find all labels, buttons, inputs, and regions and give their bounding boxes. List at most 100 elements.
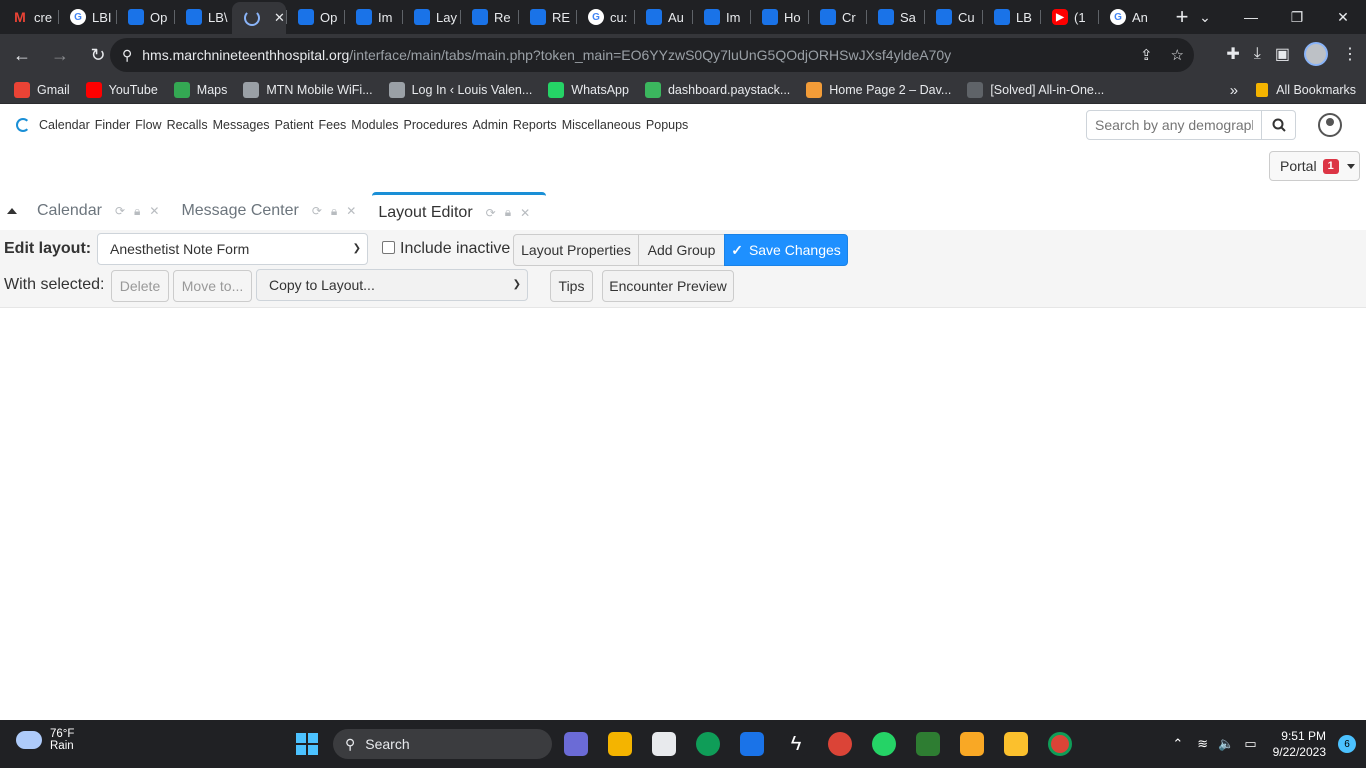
layout-select[interactable]: Anesthetist Note Form ❯ xyxy=(97,233,368,265)
browser-tab[interactable]: Au xyxy=(634,0,692,34)
app-logo-icon[interactable] xyxy=(16,118,30,132)
browser-tab[interactable]: Ho xyxy=(750,0,808,34)
close-window-icon[interactable]: ✕ xyxy=(1320,0,1366,34)
bookmark-star-icon[interactable]: ☆ xyxy=(1171,46,1184,64)
menu-item-reports[interactable]: Reports xyxy=(513,118,557,132)
all-bookmarks-label[interactable]: All Bookmarks xyxy=(1276,83,1356,97)
bookmark-item[interactable]: WhatsApp xyxy=(548,81,629,98)
browser-tab[interactable]: Op xyxy=(286,0,344,34)
encounter-preview-button[interactable]: Encounter Preview xyxy=(602,270,734,302)
forward-icon[interactable]: → xyxy=(44,39,76,71)
menu-item-recalls[interactable]: Recalls xyxy=(167,118,208,132)
mail-icon[interactable] xyxy=(740,732,764,756)
app-bolt-icon[interactable]: ϟ xyxy=(784,732,808,756)
save-changes-button[interactable]: ✓ Save Changes xyxy=(724,234,848,266)
browser-tab[interactable]: Gcu: xyxy=(576,0,634,34)
download-icon[interactable]: ⤓ xyxy=(1254,45,1261,63)
lock-icon[interactable]: 🔒︎ xyxy=(331,204,337,219)
collapse-tabs-icon[interactable] xyxy=(7,208,17,214)
tab-layout-editor[interactable]: Layout Editor ⟳ 🔒︎ ✕ xyxy=(372,192,547,230)
menu-item-procedures[interactable]: Procedures xyxy=(404,118,468,132)
tray-chevron-up-icon[interactable]: ⌃ xyxy=(1172,736,1183,752)
tab-message-center[interactable]: Message Center ⟳ 🔒︎ ✕ xyxy=(175,192,372,230)
bookmark-item[interactable]: YouTube xyxy=(85,81,158,98)
lock-icon[interactable]: 🔒︎ xyxy=(134,204,140,219)
share-icon[interactable]: ⇪ xyxy=(1140,46,1153,64)
bookmark-item[interactable]: Gmail xyxy=(14,81,70,98)
bookmark-item[interactable]: [Solved] All-in-One... xyxy=(967,81,1104,98)
refresh-icon[interactable]: ⟳ xyxy=(312,204,322,218)
weather-widget[interactable]: 76°F Rain xyxy=(16,728,74,752)
taskbar-search-box[interactable]: ⚲ Search xyxy=(333,729,552,759)
menu-item-calendar[interactable]: Calendar xyxy=(39,118,90,132)
browser-tab[interactable]: Mcre xyxy=(0,0,58,34)
menu-item-patient[interactable]: Patient xyxy=(275,118,314,132)
browser-tab[interactable]: G LBI xyxy=(58,0,116,34)
tab-close-icon[interactable]: ✕ xyxy=(274,10,285,26)
volume-icon[interactable]: 🔈 xyxy=(1218,736,1234,752)
edge-icon[interactable] xyxy=(696,732,720,756)
menu-item-popups[interactable]: Popups xyxy=(646,118,688,132)
demographics-search-input[interactable] xyxy=(1086,110,1262,140)
chrome-icon[interactable] xyxy=(828,732,852,756)
notepad-icon[interactable] xyxy=(916,732,940,756)
menu-item-finder[interactable]: Finder xyxy=(95,118,130,132)
bookmark-item[interactable]: dashboard.paystack... xyxy=(644,81,790,98)
lock-icon[interactable]: 🔒︎ xyxy=(505,205,511,220)
menu-item-messages[interactable]: Messages xyxy=(213,118,270,132)
browser-tab[interactable]: Re xyxy=(460,0,518,34)
refresh-icon[interactable]: ⟳ xyxy=(115,204,125,218)
battery-icon[interactable]: ▭ xyxy=(1244,736,1256,752)
browser-tab[interactable]: LB xyxy=(982,0,1040,34)
browser-tab[interactable]: G An xyxy=(1098,0,1156,34)
tab-calendar[interactable]: Calendar ⟳ 🔒︎ ✕ xyxy=(31,192,175,230)
close-icon[interactable]: ✕ xyxy=(346,204,356,218)
extensions-icon[interactable]: ✚ xyxy=(1226,44,1239,64)
profile-avatar[interactable] xyxy=(1304,42,1328,66)
browser-tab[interactable]: Sa xyxy=(866,0,924,34)
whatsapp-icon[interactable] xyxy=(872,732,896,756)
chrome-active-icon[interactable] xyxy=(1048,732,1072,756)
browser-tab[interactable]: Lay xyxy=(402,0,460,34)
clock[interactable]: 9:51 PM 9/22/2023 xyxy=(1273,728,1326,760)
bookmark-item[interactable]: Log In ‹ Louis Valen... xyxy=(388,81,532,98)
back-icon[interactable]: ← xyxy=(6,39,38,71)
refresh-icon[interactable]: ⟳ xyxy=(486,206,496,220)
notification-badge[interactable]: 6 xyxy=(1338,735,1356,753)
menu-item-flow[interactable]: Flow xyxy=(135,118,161,132)
file-explorer-icon[interactable] xyxy=(608,732,632,756)
store-icon[interactable] xyxy=(652,732,676,756)
restore-icon[interactable]: ❐ xyxy=(1274,0,1320,34)
side-panel-icon[interactable]: ▣ xyxy=(1275,44,1290,64)
address-bar[interactable]: ⚲ hms.marchnineteenthhospital.org/interf… xyxy=(110,38,1194,72)
menu-item-fees[interactable]: Fees xyxy=(318,118,346,132)
meet-app-icon[interactable] xyxy=(564,732,588,756)
browser-tab[interactable]: Cu xyxy=(924,0,982,34)
move-to-button[interactable]: Move to... xyxy=(173,270,252,302)
browser-tab[interactable]: RE xyxy=(518,0,576,34)
browser-tab[interactable]: Im xyxy=(344,0,402,34)
portal-dropdown-button[interactable]: Portal 1 xyxy=(1269,151,1360,181)
folder-icon[interactable] xyxy=(960,732,984,756)
copy-to-layout-select[interactable]: Copy to Layout... ❯ xyxy=(256,269,528,301)
site-info-icon[interactable]: ⚲ xyxy=(122,47,132,64)
bookmark-item[interactable]: Home Page 2 – Dav... xyxy=(806,81,951,98)
browser-tab[interactable]: Op xyxy=(116,0,174,34)
anydesk-icon[interactable] xyxy=(1004,732,1028,756)
close-icon[interactable]: ✕ xyxy=(149,204,159,218)
browser-tab[interactable]: ▶ (1 xyxy=(1040,0,1098,34)
close-icon[interactable]: ✕ xyxy=(520,206,530,220)
more-menu-icon[interactable]: ⋮ xyxy=(1342,44,1358,64)
menu-item-admin[interactable]: Admin xyxy=(472,118,507,132)
bookmarks-overflow-icon[interactable]: » xyxy=(1230,82,1238,99)
browser-tab[interactable]: Cr xyxy=(808,0,866,34)
include-inactive-checkbox[interactable] xyxy=(382,241,395,254)
bookmark-item[interactable]: Maps xyxy=(173,81,227,98)
add-group-button[interactable]: Add Group xyxy=(638,234,725,266)
minimize-icon[interactable]: — xyxy=(1228,0,1274,34)
delete-button[interactable]: Delete xyxy=(111,270,169,302)
windows-start-icon[interactable] xyxy=(296,733,318,755)
layout-properties-button[interactable]: Layout Properties xyxy=(513,234,639,266)
user-account-icon[interactable] xyxy=(1318,113,1342,137)
tab-search-icon[interactable]: ⌄ xyxy=(1182,0,1228,34)
